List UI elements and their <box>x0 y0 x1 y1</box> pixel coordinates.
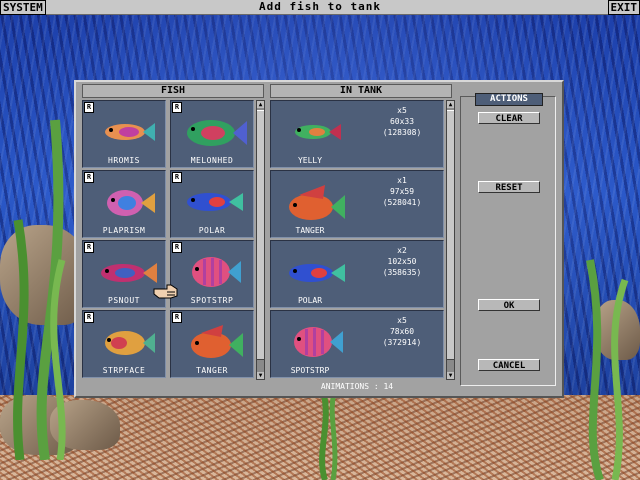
fish-name: TANGER <box>196 366 228 375</box>
scroll-thumb[interactable] <box>447 110 454 360</box>
fish-icon <box>101 263 157 283</box>
fish-icon <box>107 190 155 216</box>
fish-icon <box>105 123 155 141</box>
fish-name: STRPFACE <box>102 366 146 375</box>
fish-icon <box>289 264 345 282</box>
scroll-thumb[interactable] <box>257 110 264 360</box>
fish-item-plaprism[interactable]: R PLAPRISM <box>82 170 166 238</box>
r-badge: R <box>84 312 94 323</box>
fish-grid: R HROMIS R MELONHED R PLAPRISM R POLAR R… <box>82 100 254 380</box>
fish-icon <box>191 325 243 358</box>
animations-count: ANIMATIONS : 14 <box>320 382 394 391</box>
fish-name: PLAPRISM <box>102 226 146 235</box>
tank-fish-stats: x1 97x59 (528041) <box>367 175 437 208</box>
fish-item-strpface[interactable]: R STRPFACE <box>82 310 166 378</box>
tank-fish-name: TANGER <box>295 226 325 235</box>
tank-item-yelly[interactable]: YELLY x5 60x33 (128308) <box>270 100 444 168</box>
plant-right <box>586 259 629 480</box>
fish-name: SPOTSTRP <box>190 296 234 305</box>
fish-panel-header: FISH <box>82 84 264 98</box>
r-badge: R <box>84 242 94 253</box>
tank-list-scrollbar[interactable]: ▲ ▼ <box>446 100 455 380</box>
tank-fish-name: SPOTSTRP <box>290 366 330 375</box>
hand-pointer-icon <box>153 284 178 299</box>
r-badge: R <box>172 172 182 183</box>
plant-left <box>13 119 66 460</box>
fish-icon <box>187 193 243 211</box>
fish-icon <box>192 257 241 287</box>
fish-item-melonhed[interactable]: R MELONHED <box>170 100 254 168</box>
tank-fish-stats: x5 60x33 (128308) <box>367 105 437 138</box>
fish-name: POLAR <box>198 226 226 235</box>
tank-fish-count: x5 <box>397 106 407 115</box>
exit-button[interactable]: EXIT <box>607 0 640 15</box>
fish-list-scrollbar[interactable]: ▲ ▼ <box>256 100 265 380</box>
fish-name: HROMIS <box>108 156 140 165</box>
tank-fish-size: 97x59 <box>389 187 415 196</box>
tank-fish-stats: x2 102x50 (358635) <box>367 245 437 278</box>
tank-fish-name: POLAR <box>297 296 323 305</box>
tank-fish-count: x2 <box>397 246 407 255</box>
tank-fish-size: 60x33 <box>389 117 415 126</box>
r-badge: R <box>172 242 182 253</box>
scroll-down-icon[interactable]: ▼ <box>257 372 264 379</box>
window-title: Add fish to tank <box>259 0 381 13</box>
tank-fish-size: 78x60 <box>389 327 415 336</box>
actions-group <box>460 96 556 386</box>
r-badge: R <box>84 102 94 113</box>
add-fish-dialog: FISH IN TANK R HROMIS R MELONHED R PLAPR… <box>74 80 564 398</box>
tank-fish-size: 102x50 <box>387 257 417 266</box>
fish-icon <box>289 185 345 220</box>
fish-item-polar[interactable]: R POLAR <box>170 170 254 238</box>
fish-item-tanger[interactable]: R TANGER <box>170 310 254 378</box>
fish-icon <box>105 331 155 355</box>
fish-name: MELONHED <box>190 156 234 165</box>
tank-item-spotstrp[interactable]: SPOTSTRP x5 78x60 (372914) <box>270 310 444 378</box>
fish-icon <box>295 124 341 140</box>
actions-title: ACTIONS <box>475 93 543 106</box>
fish-icon <box>294 327 343 357</box>
tank-fish-bytes: (358635) <box>382 268 422 277</box>
tank-fish-stats: x5 78x60 (372914) <box>367 315 437 348</box>
tank-item-polar[interactable]: POLAR x2 102x50 (358635) <box>270 240 444 308</box>
r-badge: R <box>172 312 182 323</box>
clear-button[interactable]: CLEAR <box>478 112 540 124</box>
fish-item-spotstrp[interactable]: R SPOTSTRP <box>170 240 254 308</box>
scroll-down-icon[interactable]: ▼ <box>447 372 454 379</box>
fish-item-hromis[interactable]: R HROMIS <box>82 100 166 168</box>
tank-panel-header: IN TANK <box>270 84 452 98</box>
scroll-up-icon[interactable]: ▲ <box>257 101 264 108</box>
system-menu-button[interactable]: SYSTEM <box>0 0 46 15</box>
title-bar: Add fish to tank SYSTEM EXIT <box>0 0 640 15</box>
tank-fish-bytes: (372914) <box>382 338 422 347</box>
ok-button[interactable]: OK <box>478 299 540 311</box>
tank-fish-bytes: (128308) <box>382 128 422 137</box>
tank-item-tanger[interactable]: TANGER x1 97x59 (528041) <box>270 170 444 238</box>
tank-fish-count: x1 <box>397 176 407 185</box>
reset-button[interactable]: RESET <box>478 181 540 193</box>
tank-fish-bytes: (528041) <box>382 198 422 207</box>
cancel-button[interactable]: CANCEL <box>478 359 540 371</box>
tank-fish-count: x5 <box>397 316 407 325</box>
r-badge: R <box>84 172 94 183</box>
fish-icon <box>187 120 247 146</box>
tank-fish-name: YELLY <box>297 156 323 165</box>
tank-list: YELLY x5 60x33 (128308) TANGER x1 97x59 … <box>270 100 444 380</box>
scroll-up-icon[interactable]: ▲ <box>447 101 454 108</box>
